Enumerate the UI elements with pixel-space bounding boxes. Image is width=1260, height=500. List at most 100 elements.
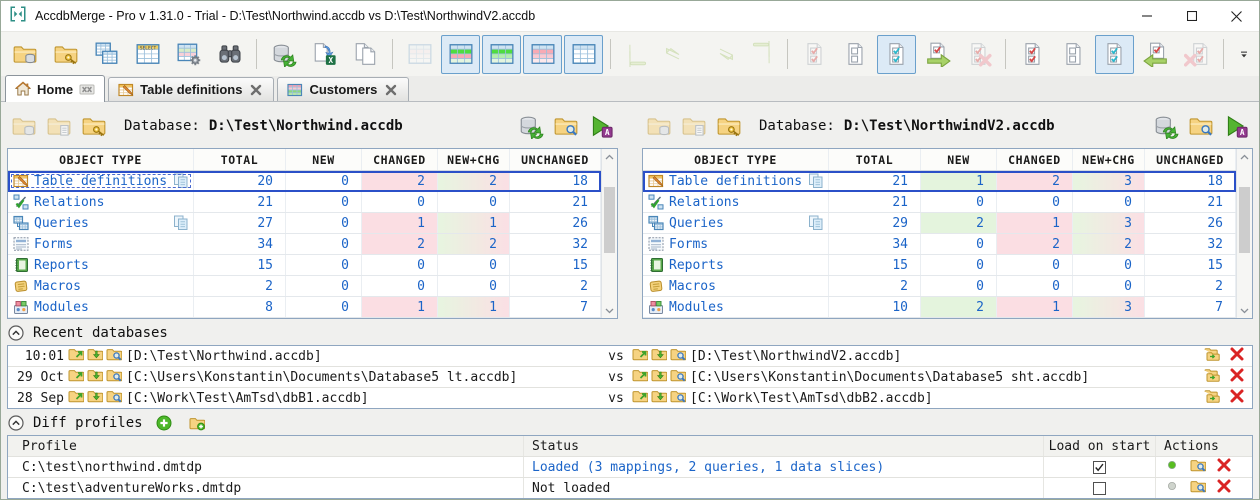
- tab-table-definitions[interactable]: Table definitions: [108, 77, 274, 101]
- row-table-definitions[interactable]: Table definitions2002218: [8, 171, 601, 192]
- open-database-button[interactable]: [5, 35, 44, 74]
- row-macros[interactable]: Macros20002: [643, 276, 1236, 297]
- browse-left-database-icon[interactable]: [106, 388, 122, 408]
- compare-pair-icon[interactable]: [1204, 346, 1220, 366]
- scroll-down-arrow[interactable]: [1237, 303, 1252, 318]
- table-definitions-button[interactable]: [87, 35, 126, 74]
- show-in-explorer-button[interactable]: [1186, 111, 1216, 141]
- tab-home[interactable]: Home: [5, 75, 105, 102]
- browse-left-database-icon[interactable]: [106, 346, 122, 366]
- scrollbar-thumb[interactable]: [1239, 187, 1250, 253]
- vertical-scrollbar[interactable]: [601, 149, 617, 318]
- add-profile-button[interactable]: [156, 415, 172, 431]
- filter-new-and-changed-button[interactable]: [441, 35, 480, 74]
- row-reports[interactable]: Reports1500015: [643, 255, 1236, 276]
- filter-unchanged-button[interactable]: [564, 35, 603, 74]
- maximize-button[interactable]: [1169, 1, 1214, 31]
- profiles-collapse-button[interactable]: [8, 415, 24, 431]
- minimize-button[interactable]: [1124, 1, 1169, 31]
- marked-items-right-button[interactable]: [1013, 35, 1052, 74]
- browse-database-button[interactable]: [79, 111, 109, 141]
- browse-right-database-icon[interactable]: [670, 367, 686, 387]
- delete-profile-icon[interactable]: [1216, 457, 1232, 477]
- browse-left-database-icon[interactable]: [106, 367, 122, 387]
- open-left-database-icon[interactable]: [68, 388, 84, 408]
- delete-recent-icon[interactable]: [1229, 388, 1245, 408]
- row-queries[interactable]: Queries2921326: [643, 213, 1236, 234]
- reload-database-button[interactable]: [1151, 111, 1181, 141]
- row-relations[interactable]: Relations2100021: [8, 192, 601, 213]
- load-right-database-icon[interactable]: [651, 346, 667, 366]
- browse-right-database-icon[interactable]: [670, 346, 686, 366]
- check-all-right-button[interactable]: [1095, 35, 1134, 74]
- delete-recent-icon[interactable]: [1229, 367, 1245, 387]
- compare-pair-icon[interactable]: [1204, 367, 1220, 387]
- browse-profile-icon[interactable]: [1190, 457, 1206, 477]
- recent-left-path[interactable]: [C:\Users\Konstantin\Documents\Database5…: [126, 370, 600, 385]
- row-table-definitions[interactable]: Table definitions2112318: [643, 171, 1236, 192]
- row-reports[interactable]: Reports1500015: [8, 255, 601, 276]
- browse-profile-icon[interactable]: [1190, 478, 1206, 498]
- scrollbar-thumb[interactable]: [604, 187, 615, 253]
- vertical-scrollbar[interactable]: [1236, 149, 1252, 318]
- open-left-database-icon[interactable]: [68, 346, 84, 366]
- delete-recent-icon[interactable]: [1229, 346, 1245, 366]
- open-with-password-button[interactable]: [46, 35, 85, 74]
- row-forms[interactable]: Forms3402232: [8, 234, 601, 255]
- open-left-database-icon[interactable]: [68, 367, 84, 387]
- load-on-start-checkbox[interactable]: [1093, 482, 1106, 495]
- close-all-tabs-icon[interactable]: [79, 81, 95, 97]
- load-left-database-icon[interactable]: [87, 367, 103, 387]
- open-right-database-icon[interactable]: [632, 367, 648, 387]
- filter-new-button[interactable]: [482, 35, 521, 74]
- apply-left-to-right-button[interactable]: [918, 35, 957, 74]
- recent-left-path[interactable]: [C:\Work\Test\AmTsd\dbB1.accdb]: [126, 391, 600, 406]
- show-in-explorer-button[interactable]: [551, 111, 581, 141]
- scroll-up-arrow[interactable]: [1237, 149, 1252, 164]
- copy-button[interactable]: [346, 35, 385, 74]
- recent-right-path[interactable]: [D:\Test\NorthwindV2.accdb]: [690, 349, 1200, 364]
- open-profile-button[interactable]: [189, 415, 205, 431]
- browse-right-database-icon[interactable]: [670, 388, 686, 408]
- delete-profile-icon[interactable]: [1216, 478, 1232, 498]
- load-right-database-icon[interactable]: [651, 388, 667, 408]
- open-right-database-icon[interactable]: [632, 346, 648, 366]
- row-queries[interactable]: Queries2701126: [8, 213, 601, 234]
- load-right-database-icon[interactable]: [651, 367, 667, 387]
- check-all-left-button[interactable]: [877, 35, 916, 74]
- row-relations[interactable]: Relations2100021: [643, 192, 1236, 213]
- tab-close-icon[interactable]: [248, 82, 264, 98]
- copy-to-clipboard-icon[interactable]: [173, 215, 189, 231]
- copy-to-clipboard-icon[interactable]: [808, 215, 824, 231]
- copy-to-clipboard-icon[interactable]: [808, 173, 824, 189]
- recent-right-path[interactable]: [C:\Work\Test\AmTsd\dbB2.accdb]: [690, 391, 1200, 406]
- toolbar-overflow-button[interactable]: [1233, 35, 1255, 74]
- scroll-up-arrow[interactable]: [602, 149, 617, 164]
- copy-to-clipboard-icon[interactable]: [173, 173, 189, 189]
- scroll-down-arrow[interactable]: [602, 303, 617, 318]
- export-to-excel-button[interactable]: X: [305, 35, 344, 74]
- load-on-start-checkbox[interactable]: [1093, 461, 1106, 474]
- row-forms[interactable]: Forms3402232: [643, 234, 1236, 255]
- open-in-access-button[interactable]: A: [1221, 111, 1251, 141]
- open-right-database-icon[interactable]: [632, 388, 648, 408]
- tab-customers[interactable]: Customers: [277, 77, 409, 101]
- recent-collapse-button[interactable]: [8, 325, 24, 341]
- apply-right-to-left-button[interactable]: [1136, 35, 1175, 74]
- open-in-access-button[interactable]: A: [586, 111, 616, 141]
- uncheck-all-right-button[interactable]: [1054, 35, 1093, 74]
- uncheck-all-left-button[interactable]: [836, 35, 875, 74]
- tab-close-icon[interactable]: [383, 82, 399, 98]
- filter-changed-button[interactable]: [523, 35, 562, 74]
- close-button[interactable]: [1214, 1, 1259, 31]
- data-options-button[interactable]: [169, 35, 208, 74]
- recent-left-path[interactable]: [D:\Test\Northwind.accdb]: [126, 349, 600, 364]
- refresh-databases-button[interactable]: [264, 35, 303, 74]
- search-button[interactable]: [210, 35, 249, 74]
- compare-pair-icon[interactable]: [1204, 388, 1220, 408]
- row-modules[interactable]: Modules80117: [8, 297, 601, 318]
- row-modules[interactable]: Modules102137: [643, 297, 1236, 318]
- reload-database-button[interactable]: [516, 111, 546, 141]
- row-macros[interactable]: Macros20002: [8, 276, 601, 297]
- browse-database-button[interactable]: [714, 111, 744, 141]
